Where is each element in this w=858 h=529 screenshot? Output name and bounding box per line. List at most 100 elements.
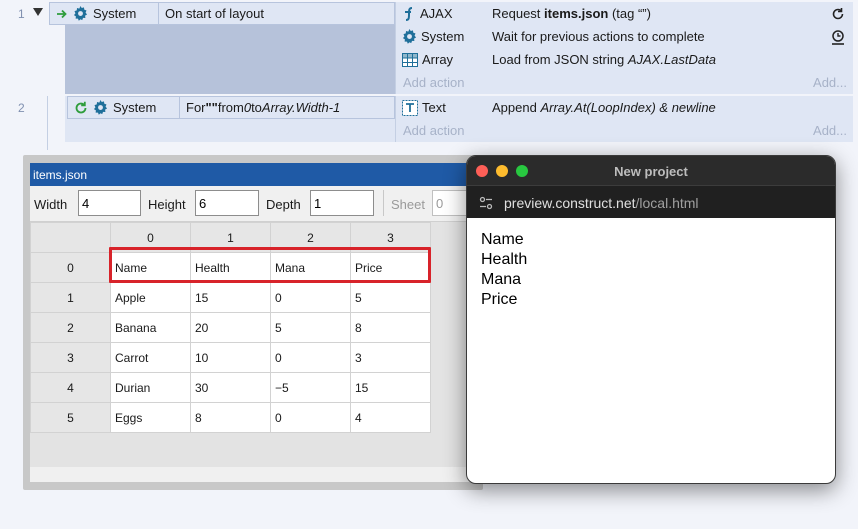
action-object-label: Array bbox=[422, 52, 454, 67]
depth-input[interactable] bbox=[310, 190, 374, 216]
cond-part: "" bbox=[205, 100, 218, 115]
site-settings-icon[interactable] bbox=[478, 195, 494, 211]
action-desc-text: Wait for previous actions to complete bbox=[492, 29, 705, 44]
array-editor-footer bbox=[30, 467, 483, 482]
condition-text: For "" from 0 to Array.Width-1 bbox=[180, 97, 394, 118]
action-object-label: Text bbox=[422, 100, 446, 115]
action-desc-text: (tag “”) bbox=[608, 6, 651, 21]
grid-cell[interactable]: 8 bbox=[350, 312, 431, 343]
nesting-line bbox=[47, 96, 48, 150]
table-row: 4 Durian 30 −5 15 bbox=[30, 372, 431, 403]
height-input[interactable] bbox=[195, 190, 259, 216]
table-row: 3 Carrot 10 0 3 bbox=[30, 342, 431, 373]
url-text[interactable]: preview.construct.net/local.html bbox=[504, 195, 699, 211]
grid-corner bbox=[30, 222, 111, 253]
preview-browser-window: New project preview.construct.net/local.… bbox=[466, 155, 836, 484]
action-desc-italic: AJAX.LastData bbox=[627, 52, 716, 67]
action-object-label: System bbox=[421, 29, 465, 44]
sheet-label: Sheet bbox=[391, 197, 425, 212]
cond-part: For bbox=[186, 100, 206, 115]
browser-title-bar[interactable]: New project bbox=[467, 156, 835, 185]
grid-cell[interactable]: Carrot bbox=[110, 342, 191, 373]
condition-object-label: System bbox=[93, 6, 137, 21]
grid-cell[interactable]: 0 bbox=[270, 282, 351, 313]
grid-cell[interactable]: Banana bbox=[110, 312, 191, 343]
event-1-condition[interactable]: System On start of layout bbox=[49, 2, 395, 25]
grid-cell[interactable]: 20 bbox=[190, 312, 271, 343]
timer-icon[interactable] bbox=[831, 29, 845, 45]
row-header[interactable]: 2 bbox=[30, 312, 111, 343]
add-action-link[interactable]: Add action bbox=[396, 123, 464, 138]
event-1-actions: AJAX Request items.json (tag “”) System … bbox=[395, 2, 853, 94]
add-action-row[interactable]: Add action Add... bbox=[396, 71, 853, 94]
add-more-link[interactable]: Add... bbox=[813, 123, 847, 138]
action-system-wait[interactable]: System Wait for previous actions to comp… bbox=[396, 25, 853, 48]
grid-cell[interactable]: 5 bbox=[270, 312, 351, 343]
loop-icon bbox=[74, 101, 88, 115]
url-path: /local.html bbox=[635, 195, 699, 211]
address-bar[interactable]: preview.construct.net/local.html bbox=[467, 185, 835, 218]
grid-cell[interactable]: 3 bbox=[350, 342, 431, 373]
action-desc-italic: Array.At(LoopIndex) & newline bbox=[540, 100, 716, 115]
condition-object-label: System bbox=[113, 100, 157, 115]
collapse-triangle-icon[interactable] bbox=[33, 8, 43, 16]
row-header[interactable]: 3 bbox=[30, 342, 111, 373]
grid-cell[interactable]: 30 bbox=[190, 372, 271, 403]
event-2-actions: Text Append Array.At(LoopIndex) & newlin… bbox=[395, 96, 853, 142]
add-more-link[interactable]: Add... bbox=[813, 75, 847, 90]
action-array-load[interactable]: Array Load from JSON string AJAX.LastDat… bbox=[396, 48, 853, 71]
grid-cell[interactable]: 0 bbox=[270, 402, 351, 433]
page-content: Name Health Mana Price bbox=[467, 218, 835, 322]
grid-cell[interactable]: 15 bbox=[190, 282, 271, 313]
ajax-icon bbox=[402, 6, 416, 22]
output-line: Health bbox=[481, 251, 528, 268]
system-gear-icon bbox=[93, 100, 108, 115]
table-row: 1 Apple 15 0 5 bbox=[30, 282, 431, 313]
grid-cell[interactable]: Durian bbox=[110, 372, 191, 403]
action-ajax-request[interactable]: AJAX Request items.json (tag “”) bbox=[396, 2, 853, 25]
action-desc-text: Append bbox=[492, 100, 541, 115]
grid-cell[interactable]: Eggs bbox=[110, 402, 191, 433]
grid-cell[interactable]: 4 bbox=[350, 402, 431, 433]
event-2-condition[interactable]: System For "" from 0 to Array.Width-1 bbox=[67, 96, 395, 119]
grid-cell[interactable]: 5 bbox=[350, 282, 431, 313]
row-header[interactable]: 0 bbox=[30, 252, 111, 283]
array-editor-window: items.json Width Height Depth Sheet 0 1 … bbox=[23, 155, 483, 490]
depth-label: Depth bbox=[266, 197, 301, 212]
condition-text: On start of layout bbox=[165, 6, 264, 21]
cond-part: 0 bbox=[243, 100, 252, 115]
array-editor-title[interactable]: items.json bbox=[30, 163, 483, 186]
row-header[interactable]: 4 bbox=[30, 372, 111, 403]
action-desc-bold: items.json bbox=[544, 6, 609, 21]
event-number-2: 2 bbox=[18, 101, 25, 115]
array-editor-toolbar: Width Height Depth Sheet bbox=[30, 186, 483, 222]
grid-cell[interactable]: 10 bbox=[190, 342, 271, 373]
table-row: 5 Eggs 8 0 4 bbox=[30, 402, 431, 433]
cond-part: Array.Width-1 bbox=[261, 100, 341, 115]
action-object-label: AJAX bbox=[420, 6, 453, 21]
action-desc-text: Request bbox=[492, 6, 545, 21]
add-action-link[interactable]: Add action bbox=[396, 75, 464, 90]
output-line: Price bbox=[481, 291, 518, 308]
height-label: Height bbox=[148, 197, 186, 212]
width-label: Width bbox=[34, 197, 68, 212]
toolbar-divider bbox=[383, 190, 384, 216]
grid-cell[interactable]: 8 bbox=[190, 402, 271, 433]
header-row-highlight bbox=[109, 247, 431, 283]
system-gear-icon bbox=[73, 6, 88, 21]
cond-part: to bbox=[251, 100, 262, 115]
add-action-row[interactable]: Add action Add... bbox=[396, 119, 853, 142]
output-line: Name bbox=[481, 231, 524, 248]
trigger-arrow-icon bbox=[56, 9, 68, 19]
row-header[interactable]: 1 bbox=[30, 282, 111, 313]
action-text-append[interactable]: Text Append Array.At(LoopIndex) & newlin… bbox=[396, 96, 853, 119]
grid-cell[interactable]: 0 bbox=[270, 342, 351, 373]
row-header[interactable]: 5 bbox=[30, 402, 111, 433]
grid-cell[interactable]: Apple bbox=[110, 282, 191, 313]
reload-icon[interactable] bbox=[831, 7, 845, 21]
text-object-icon bbox=[402, 99, 418, 116]
grid-cell[interactable]: 15 bbox=[350, 372, 431, 403]
table-row: 2 Banana 20 5 8 bbox=[30, 312, 431, 343]
grid-cell[interactable]: −5 bbox=[270, 372, 351, 403]
width-input[interactable] bbox=[78, 190, 141, 216]
